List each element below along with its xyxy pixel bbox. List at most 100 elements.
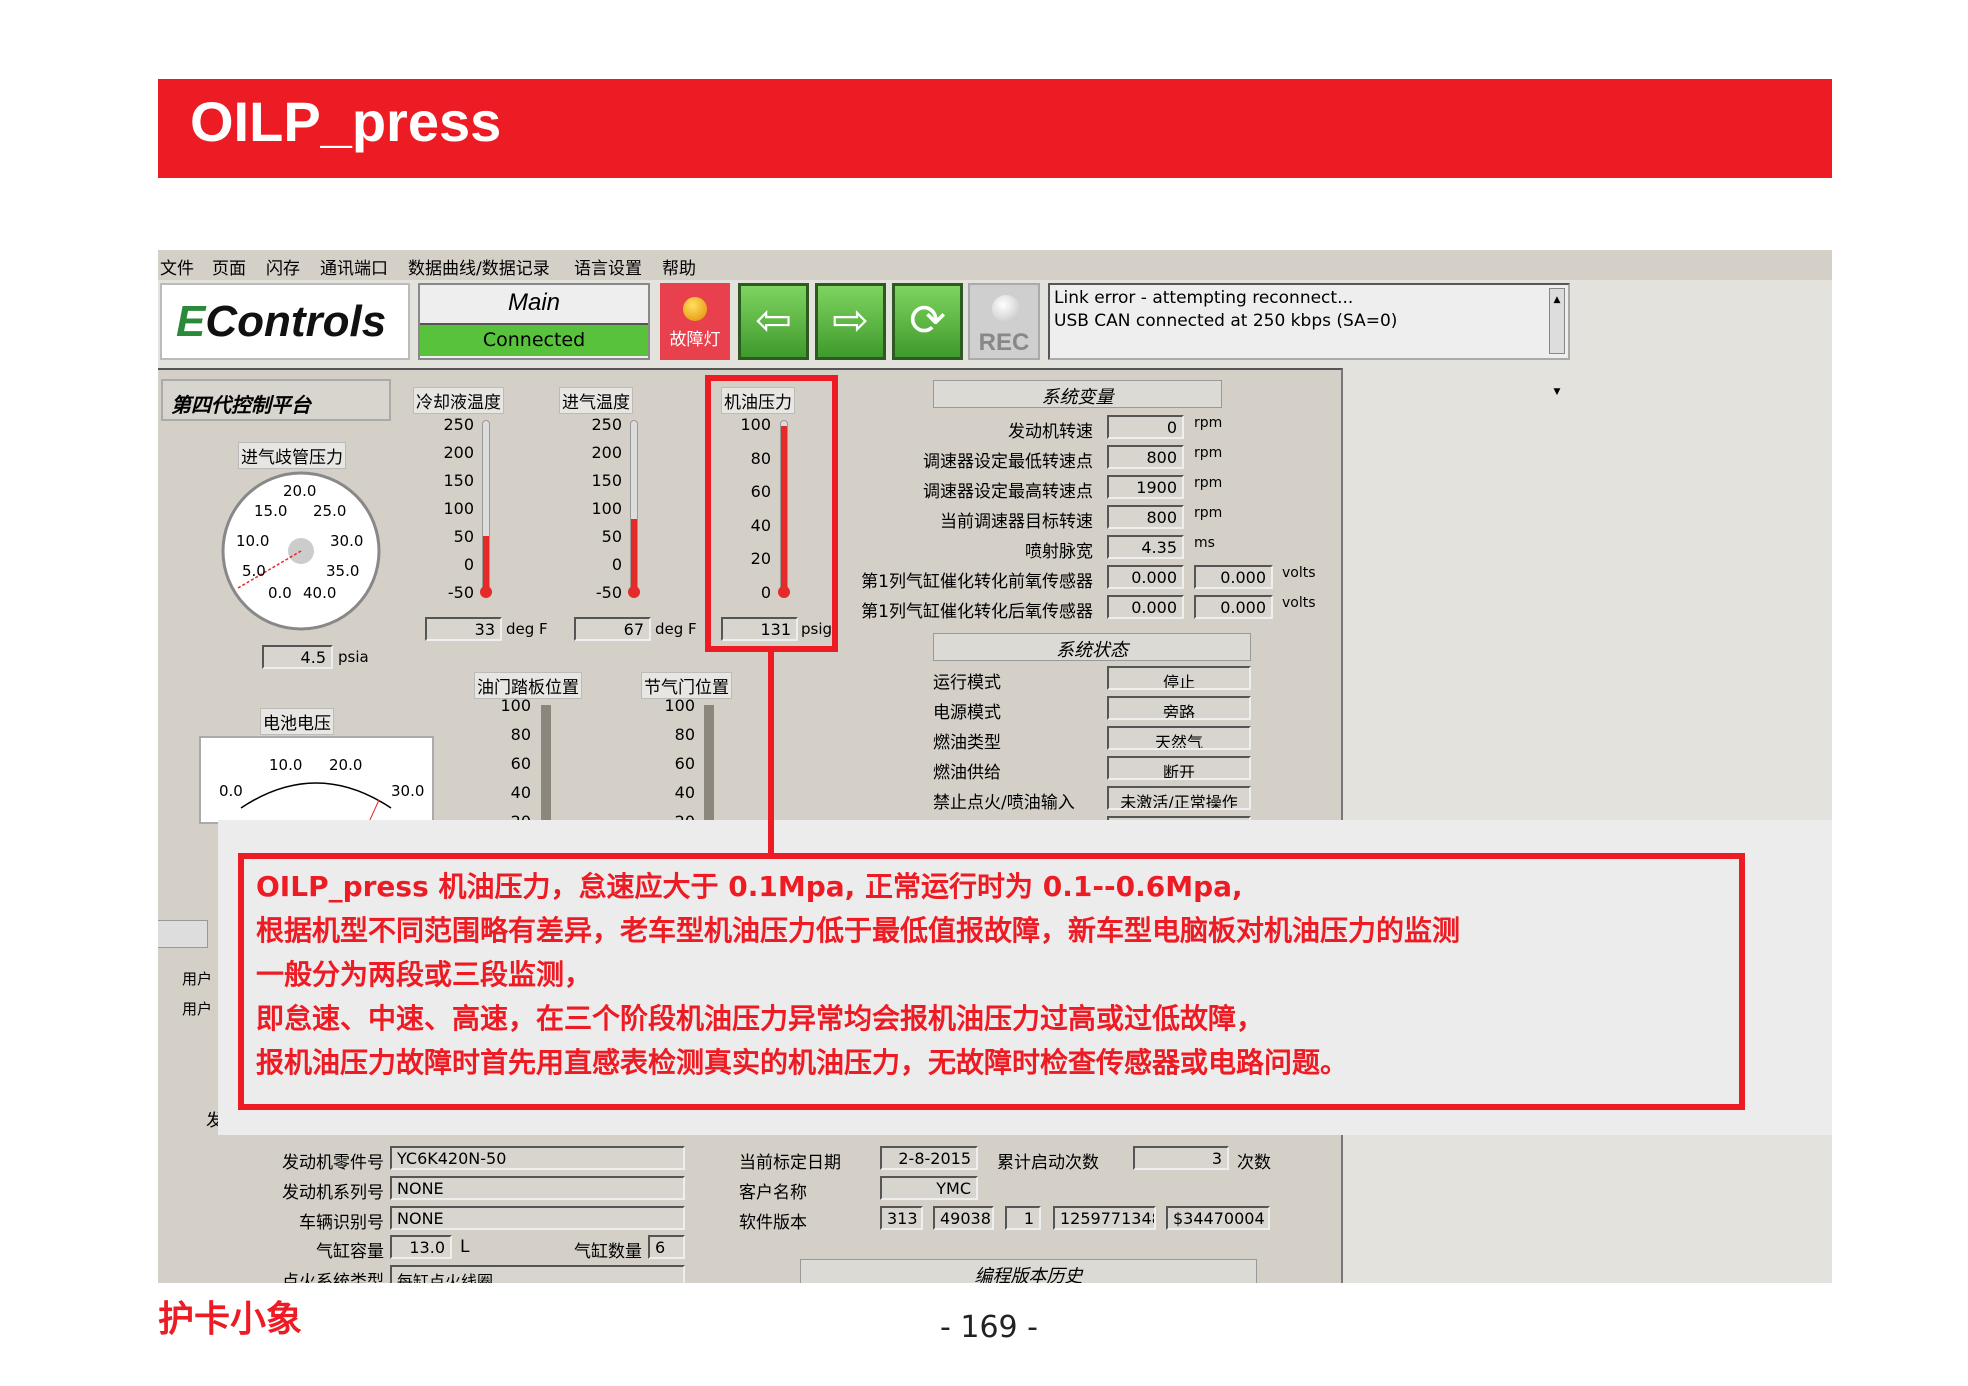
variable-label: 当前调速器目标转速	[940, 512, 1093, 532]
tick-label: 200	[443, 443, 474, 462]
log-scrollbar[interactable]: ▲ ▼	[1549, 288, 1565, 397]
map-label: 进气歧管压力	[238, 442, 346, 469]
refresh-button[interactable]: ⟳	[892, 283, 963, 360]
status-label: 禁止点火/喷油输入	[933, 793, 1075, 813]
coolant-temp-label: 冷却液温度	[413, 387, 504, 414]
variable-value-2: 0.000	[1194, 565, 1273, 589]
displacement-unit: L	[460, 1237, 470, 1257]
tick: 30.0	[391, 782, 425, 800]
page-status: Main Connected	[418, 283, 650, 360]
page-name: Main	[507, 289, 561, 316]
record-button[interactable]: REC	[968, 283, 1040, 360]
software-version-field: 1259771348	[1053, 1206, 1156, 1230]
status-label: 燃油类型	[933, 733, 1001, 753]
menu-data-log[interactable]: 数据曲线/数据记录	[408, 254, 550, 279]
variable-label: 喷射脉宽	[1025, 542, 1093, 562]
tick-label: -50	[447, 583, 474, 602]
variable-unit: rpm	[1194, 505, 1223, 521]
variable-value: 0	[1107, 415, 1184, 439]
battery-gauge: 0.0 10.0 20.0 30.0	[199, 736, 434, 824]
menu-language[interactable]: 语言设置	[574, 254, 642, 279]
tick-label: 0	[611, 555, 622, 574]
tick-label: 50	[453, 527, 474, 546]
log-line: Link error - attempting reconnect...	[1054, 288, 1354, 308]
menu-flash[interactable]: 闪存	[266, 254, 300, 279]
title-banner: OILP_press	[158, 79, 1832, 178]
programming-history-header: 编程版本历史	[800, 1259, 1257, 1283]
bulb	[628, 586, 640, 598]
variable-label: 调速器设定最低转速点	[923, 452, 1093, 472]
ignition-type-value: 每缸点火线圈	[390, 1265, 685, 1283]
log-line: USB CAN connected at 250 kbps (SA=0)	[1054, 311, 1398, 331]
intake-temp-label: 进气温度	[559, 387, 633, 414]
fault-lamp-label: 故障灯	[669, 330, 721, 350]
displacement-value: 13.0	[390, 1235, 452, 1259]
intake-value: 67	[574, 617, 651, 641]
variable-unit: rpm	[1194, 415, 1223, 431]
system-variables-header: 系统变量	[933, 380, 1222, 408]
menu-help[interactable]: 帮助	[662, 254, 696, 279]
intake-unit: deg F	[655, 620, 697, 638]
tick-label: 150	[443, 471, 474, 490]
menu-file[interactable]: 文件	[160, 254, 194, 279]
user-field[interactable]	[158, 920, 208, 948]
annotation-line: 一般分为两段或三段监测，	[256, 958, 593, 991]
oil-pressure-highlight	[705, 375, 838, 652]
status-value: 旁路	[1107, 696, 1251, 720]
tick-label: 150	[591, 471, 622, 490]
menu-comm-port[interactable]: 通讯端口	[320, 254, 388, 279]
user-label: 用户	[182, 970, 213, 988]
pedal-position-label: 油门踏板位置	[474, 672, 582, 699]
variable-unit: volts	[1282, 565, 1316, 581]
record-lamp-icon	[992, 295, 1020, 323]
status-value: 天然气	[1107, 726, 1251, 750]
bulb	[480, 586, 492, 598]
tick-label: 50	[601, 527, 622, 546]
status-label: 燃油供给	[933, 763, 1001, 783]
info-label: 车辆识别号	[299, 1213, 384, 1233]
variable-label: 第1列气缸催化转化前氧传感器	[861, 572, 1093, 592]
tick: 10.0	[269, 756, 303, 774]
menu-bar: 文件 页面 闪存 通讯端口 数据曲线/数据记录 语言设置 帮助	[158, 250, 1832, 280]
variable-unit: rpm	[1194, 475, 1223, 491]
menu-page[interactable]: 页面	[212, 254, 246, 279]
user-label: 用户	[182, 1000, 213, 1018]
software-version-field: $34470004	[1166, 1206, 1270, 1230]
forward-button[interactable]: ⇨	[815, 283, 886, 360]
tick-label: 60	[510, 754, 531, 773]
variable-value: 1900	[1107, 475, 1184, 499]
tick: 10.0	[236, 532, 270, 550]
tick-label: 80	[674, 725, 695, 744]
variable-unit: volts	[1282, 595, 1316, 611]
status-value: 停止	[1107, 666, 1251, 690]
customer-value: YMC	[880, 1176, 978, 1200]
info-value: NONE	[390, 1176, 685, 1200]
annotation-line: OILP_press 机油压力，怠速应大于 0.1Mpa, 正常运行时为 0.1…	[256, 870, 1243, 903]
annotation-line: 根据机型不同范围略有差异，老车型机油压力低于最低值报故障，新车型电脑板对机油压力…	[256, 914, 1461, 947]
variable-label: 第1列气缸催化转化后氧传感器	[861, 602, 1093, 622]
info-label: 累计启动次数	[997, 1153, 1099, 1173]
tick-label: 40	[674, 783, 695, 802]
variable-value-2: 0.000	[1194, 595, 1273, 619]
tick: 25.0	[313, 502, 347, 520]
system-status-header: 系统状态	[933, 633, 1251, 661]
info-label: 发动机系列号	[282, 1183, 384, 1203]
annotation-line: 即怠速、中速、高速，在三个阶段机油压力异常均会报机油压力过高或过低故障，	[256, 1002, 1265, 1035]
callout-line	[768, 652, 774, 853]
coolant-thermometer	[482, 420, 490, 592]
info-unit: 次数	[1237, 1153, 1271, 1173]
battery-needle	[368, 799, 380, 822]
status-label: 运行模式	[933, 673, 1001, 693]
arrow-right-icon: ⇨	[832, 295, 869, 346]
tick-label: -50	[595, 583, 622, 602]
tick-label: 250	[591, 415, 622, 434]
software-version-field: 313	[880, 1206, 923, 1230]
back-button[interactable]: ⇦	[738, 283, 809, 360]
tick: 15.0	[254, 502, 288, 520]
start-count-value: 3	[1133, 1146, 1229, 1170]
info-label: 当前标定日期	[739, 1153, 841, 1173]
status-value: 断开	[1107, 756, 1251, 780]
annotation-box: OILP_press 机油压力，怠速应大于 0.1Mpa, 正常运行时为 0.1…	[238, 853, 1745, 1110]
variable-value: 800	[1107, 505, 1184, 529]
status-value: 未激活/正常操作	[1107, 786, 1251, 810]
